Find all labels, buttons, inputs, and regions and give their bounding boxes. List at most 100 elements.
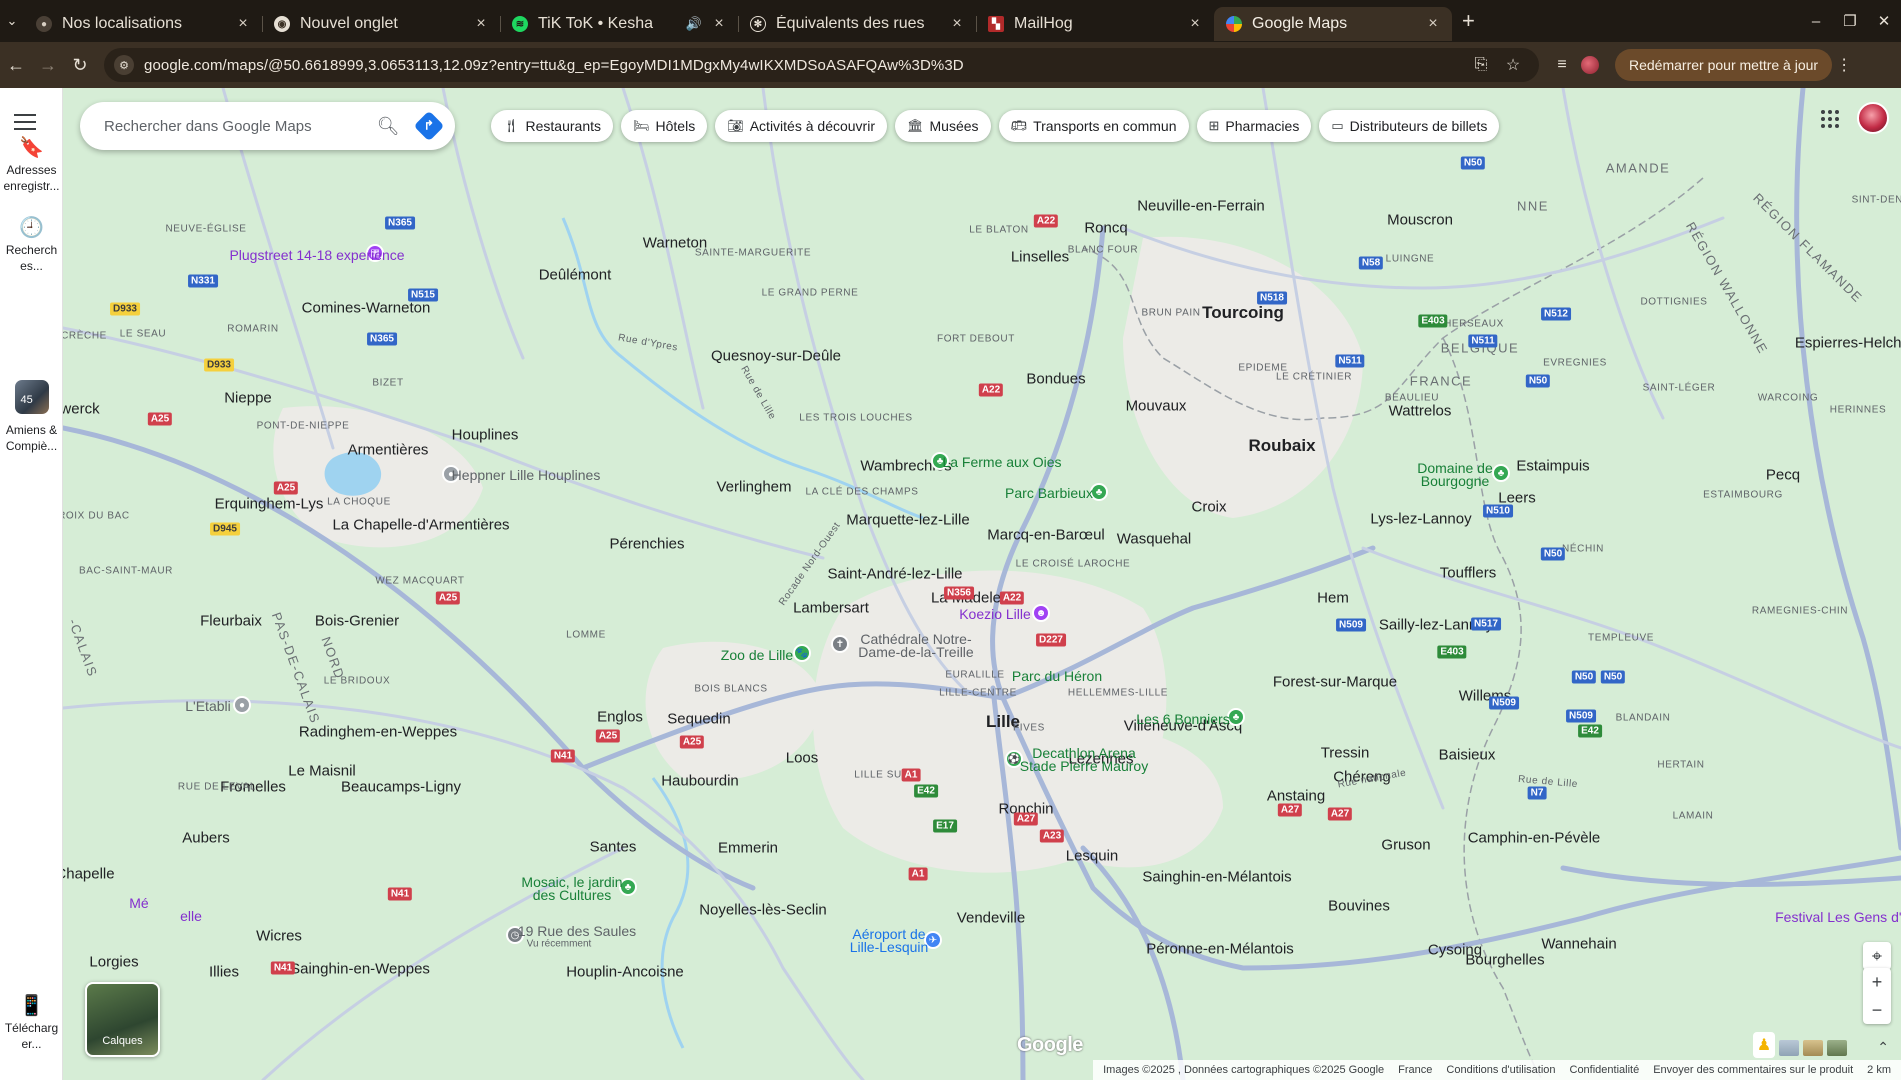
restart-to-update-button[interactable]: Redémarrer pour mettre à jour	[1615, 49, 1833, 81]
scale-bar[interactable]: 2 km	[1867, 1064, 1891, 1076]
chip-museums[interactable]: 🏛︎ Musées	[895, 110, 991, 142]
place-label[interactable]: Wattrelos	[1389, 403, 1452, 420]
place-label[interactable]: Saint-André-lez-Lille	[827, 566, 962, 583]
place-label[interactable]: Fleurbaix	[200, 613, 262, 630]
poi-label[interactable]: Parc Barbieux	[1005, 485, 1093, 501]
place-label[interactable]: La Chapelle-d'Armentières	[332, 517, 509, 534]
place-label[interactable]: Radinghem-en-Weppes	[299, 724, 457, 741]
place-label[interactable]: Chapelle	[63, 866, 115, 883]
place-label[interactable]: Illies	[209, 964, 239, 981]
place-label[interactable]: Englos	[597, 709, 643, 726]
place-label[interactable]: Lambersart	[793, 600, 869, 617]
recent-searches-button[interactable]: 🕘 Recherch es...	[0, 218, 63, 274]
poi-label[interactable]: Parc du Héron	[1012, 668, 1102, 684]
poi-label[interactable]: Decathlon Arena Stade Pierre Mauroy	[1019, 746, 1149, 773]
place-label[interactable]: Bondues	[1026, 371, 1085, 388]
back-icon[interactable]: ←	[0, 55, 32, 76]
place-label[interactable]: Mouscron	[1387, 212, 1453, 229]
place-label[interactable]: Lorgies	[89, 954, 138, 971]
tab-mailhog[interactable]: ▚ MailHog ×	[976, 7, 1214, 41]
place-label[interactable]: Espierres-Helchin	[1795, 335, 1901, 352]
place-label[interactable]: Pecq	[1766, 467, 1800, 484]
chip-activities[interactable]: 📷︎ Activités à découvrir	[715, 110, 887, 142]
place-label[interactable]: Sainghin-en-Mélantois	[1142, 869, 1291, 886]
address-bar[interactable]: ⚙ google.com/maps/@50.6618999,3.0653113,…	[104, 48, 1539, 82]
place-label[interactable]: Aubers	[182, 830, 230, 847]
place-label[interactable]: Neuville-en-Ferrain	[1137, 198, 1265, 215]
place-label[interactable]: Roubaix	[1248, 436, 1315, 456]
chip-restaurants[interactable]: 🍴︎ Restaurants	[491, 110, 613, 142]
place-label[interactable]: Beaucamps-Ligny	[341, 779, 461, 796]
saved-places-button[interactable]: 🔖 Adresses enregistr...	[0, 138, 63, 194]
place-label[interactable]: Loos	[786, 750, 819, 767]
poi-label[interactable]: Cathédrale Notre-Dame-de-la-Treille	[846, 632, 986, 659]
map-canvas[interactable]: Tourcoing Roubaix Lille Mouscron Warneto…	[63, 88, 1901, 1080]
place-label[interactable]: Gruson	[1381, 837, 1430, 854]
poi-label[interactable]: Heppner Lille Houplines	[452, 467, 601, 483]
tab-equivalents-des-rues[interactable]: ✻ Équivalents des rues ×	[738, 7, 976, 41]
place-label[interactable]: Toufflers	[1440, 565, 1496, 582]
place-label[interactable]: Camphin-en-Pévèle	[1468, 830, 1601, 847]
place-label[interactable]: Lys-lez-Lannoy	[1370, 511, 1471, 528]
place-label[interactable]: Marquette-lez-Lille	[846, 512, 969, 529]
chip-pharmacies[interactable]: ⊞ Pharmacies	[1196, 110, 1312, 142]
poi-label[interactable]: Koezio Lille	[959, 606, 1031, 622]
street-view-pegman-icon[interactable]: ♟	[1753, 1032, 1775, 1058]
recent-place-item[interactable]: 45 Amiens & Compiè...	[0, 380, 63, 454]
place-label[interactable]: Wicres	[256, 928, 302, 945]
poi-label[interactable]: Festival Les Gens d'E	[1775, 909, 1901, 925]
close-tab-icon[interactable]: ×	[1424, 15, 1442, 33]
tab-search-button[interactable]: ⌄	[0, 0, 24, 42]
download-app-button[interactable]: 📱 Télécharg er...	[0, 996, 63, 1052]
tab-google-maps[interactable]: Google Maps ×	[1214, 7, 1452, 41]
chip-hotels[interactable]: 🛏︎ Hôtels	[621, 110, 708, 142]
restore-icon[interactable]: ❐	[1833, 12, 1867, 30]
minimize-icon[interactable]: –	[1799, 13, 1833, 30]
poi-label[interactable]: Zoo de Lille	[721, 647, 793, 663]
place-pin-icon[interactable]: ●	[233, 696, 251, 714]
place-label[interactable]: Bouvines	[1328, 898, 1390, 915]
feedback-link[interactable]: Envoyer des commentaires sur le produit	[1653, 1064, 1853, 1076]
place-label[interactable]: Vendeville	[957, 910, 1025, 927]
install-app-icon[interactable]: ⎘	[1465, 56, 1497, 74]
poi-label[interactable]: Plugstreet 14-18 experience	[229, 247, 404, 263]
url-text[interactable]: google.com/maps/@50.6618999,3.0653113,12…	[144, 57, 1465, 74]
place-label[interactable]: Verlinghem	[716, 479, 791, 496]
place-label[interactable]: Tressin	[1321, 745, 1370, 762]
place-label[interactable]: Wasquehal	[1117, 531, 1192, 548]
place-label[interactable]: Sainghin-en-Weppes	[290, 961, 430, 978]
place-label[interactable]: Emmerin	[718, 840, 778, 857]
place-label[interactable]: Baisieux	[1439, 747, 1496, 764]
place-label[interactable]: werck	[63, 401, 100, 418]
close-tab-icon[interactable]: ×	[948, 15, 966, 33]
tab-tiktok-kesha[interactable]: ≋ TiK ToK • Kesha 🔊 ×	[500, 7, 738, 41]
site-info-icon[interactable]: ⚙	[114, 55, 134, 75]
new-tab-button[interactable]: +	[1462, 8, 1475, 34]
tab-nouvel-onglet[interactable]: ◉ Nouvel onglet ×	[262, 7, 500, 41]
place-label[interactable]: Quesnoy-sur-Deûle	[711, 348, 841, 365]
place-label[interactable]: Lesquin	[1066, 848, 1119, 865]
close-tab-icon[interactable]: ×	[1186, 15, 1204, 33]
poi-label[interactable]: La Ferme aux Oies	[942, 454, 1061, 470]
bookmark-star-icon[interactable]: ☆	[1497, 55, 1529, 75]
hamburger-menu-icon[interactable]	[14, 114, 36, 135]
place-label[interactable]: Marcq-en-Barœul	[987, 527, 1105, 544]
place-label[interactable]: Bois-Grenier	[315, 613, 399, 630]
close-tab-icon[interactable]: ×	[710, 15, 728, 33]
place-label[interactable]: Santes	[590, 839, 637, 856]
google-apps-icon[interactable]	[1821, 110, 1839, 128]
place-label[interactable]: Noyelles-lès-Seclin	[699, 902, 827, 919]
place-label[interactable]: Bourghelles	[1465, 952, 1544, 969]
place-label[interactable]: Forest-sur-Marque	[1273, 674, 1397, 691]
terms-link[interactable]: Conditions d'utilisation	[1446, 1064, 1555, 1076]
zoom-out-button[interactable]: −	[1863, 996, 1891, 1024]
poi-label[interactable]: Domaine de Bourgogne	[1415, 461, 1495, 488]
directions-button[interactable]: ↱	[413, 110, 445, 142]
account-avatar[interactable]	[1857, 102, 1889, 134]
privacy-link[interactable]: Confidentialité	[1570, 1064, 1640, 1076]
reading-list-icon[interactable]: ≡	[1545, 56, 1579, 74]
place-label[interactable]: Le Maisnil	[288, 763, 356, 780]
place-label[interactable]: Pérenchies	[609, 536, 684, 553]
close-window-icon[interactable]: ✕	[1867, 12, 1901, 30]
place-label[interactable]: Estaimpuis	[1516, 458, 1589, 475]
